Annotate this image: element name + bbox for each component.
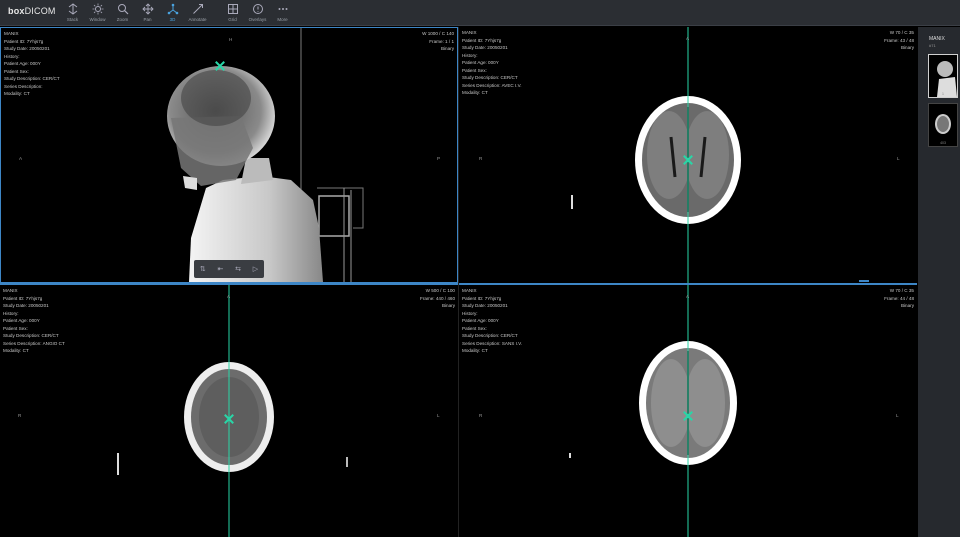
zoom-icon: [117, 4, 128, 15]
viewport-axial-angio[interactable]: MANIX Patient ID: 7Yhjs7g Study Date: 2005…: [0, 285, 458, 537]
series-panel: MANIX #71 1 403: [918, 27, 960, 537]
viewport-axial-contrast[interactable]: MANIX Patient ID: 7Yhjs7g Study Date: 2005…: [459, 27, 917, 283]
viewport-divider-vertical[interactable]: [458, 27, 459, 537]
viewport-info-right: W 500 / C 100 Frame: 440 / 460 Binary: [420, 288, 455, 308]
viewport-info-right: W 1000 / C 140 Frame: 1 / 1 Binary: [422, 31, 454, 51]
viewport-info-right: W 70 / C 35 Frame: 44 / 48 Binary: [884, 288, 914, 308]
sync-icon[interactable]: ⇅: [200, 265, 206, 273]
stack-icon: [68, 3, 77, 15]
orientation-left: R: [479, 156, 483, 161]
series-thumbnail[interactable]: 1: [928, 54, 958, 98]
more-tool-button[interactable]: More: [270, 2, 295, 24]
3d-tool-button[interactable]: 3D: [160, 2, 185, 24]
cine-controls: ⇅ ⇤ ⇆ ▷: [194, 260, 264, 278]
window-icon: [92, 3, 103, 15]
crosshair-marker[interactable]: [683, 155, 693, 165]
orientation-top: A: [686, 294, 690, 299]
stack-tool-button[interactable]: Stack: [60, 2, 85, 24]
pan-tool-button[interactable]: Pan: [135, 2, 160, 24]
axial-thumbnail-image: [935, 114, 951, 134]
viewport-info-left: MANIX Patient ID: 7Yhjs7g Study Date: 2005…: [4, 31, 60, 96]
orientation-top: H: [229, 37, 233, 42]
series-thumbnail[interactable]: 403: [928, 103, 958, 147]
orientation-right: L: [897, 156, 900, 161]
previous-frame-icon[interactable]: ⇤: [217, 265, 223, 273]
orientation-top: A: [686, 36, 690, 41]
orientation-top: A: [227, 294, 231, 299]
viewport-axial-noncontrast[interactable]: MANIX Patient ID: 7Yhjs7g Study Date: 2005…: [459, 285, 917, 537]
orientation-left: R: [18, 413, 22, 418]
play-icon[interactable]: ▷: [253, 265, 258, 273]
grid-icon: [227, 4, 238, 14]
orientation-right: L: [437, 413, 440, 418]
crosshair-marker[interactable]: [215, 61, 225, 71]
crosshair-marker[interactable]: [683, 411, 693, 421]
viewport-info-right: W 70 / C 35 Frame: 43 / 48 Binary: [884, 30, 914, 50]
crosshair-marker[interactable]: [224, 414, 234, 424]
axial-angio-image: [117, 285, 348, 537]
orientation-right: P: [437, 156, 441, 161]
3d-icon: [167, 3, 178, 15]
sagittal-ct-image: [167, 28, 364, 282]
orientation-left: R: [479, 413, 483, 418]
study-title: MANIX: [929, 36, 945, 42]
orientation-left: A: [19, 156, 23, 161]
overlays-tool-button[interactable]: Overlays: [245, 2, 270, 24]
sagittal-thumbnail-image: [937, 61, 957, 97]
more-icon: [278, 8, 287, 10]
zoom-tool-button[interactable]: Zoom: [110, 2, 135, 24]
viewport-info-left: MANIX Patient ID: 7Yhjs7g Study Date: 2005…: [462, 288, 523, 353]
loop-icon[interactable]: ⇆: [235, 265, 241, 273]
grid-tool-button[interactable]: Grid: [220, 2, 245, 24]
annotate-tool-button[interactable]: Annotate: [185, 2, 210, 24]
window-tool-button[interactable]: Window: [85, 2, 110, 24]
pan-icon: [141, 3, 154, 15]
viewport-info-left: MANIX Patient ID: 7Yhjs7g Study Date: 2005…: [3, 288, 65, 353]
orientation-right: L: [896, 413, 899, 418]
study-subtitle: #71: [929, 43, 936, 48]
annotate-icon: [192, 4, 203, 14]
app-logo: boxDICOM: [8, 6, 56, 16]
viewport-info-left: MANIX Patient ID: 7Yhjs7g Study Date: 2005…: [462, 30, 522, 95]
overlays-icon: [252, 4, 263, 14]
viewport-sagittal[interactable]: MANIX Patient ID: 7Yhjs7g Study Date: 2005…: [0, 27, 458, 283]
toolbar: boxDICOM Stack Window Zoom Pan 3D Annota…: [0, 0, 960, 26]
